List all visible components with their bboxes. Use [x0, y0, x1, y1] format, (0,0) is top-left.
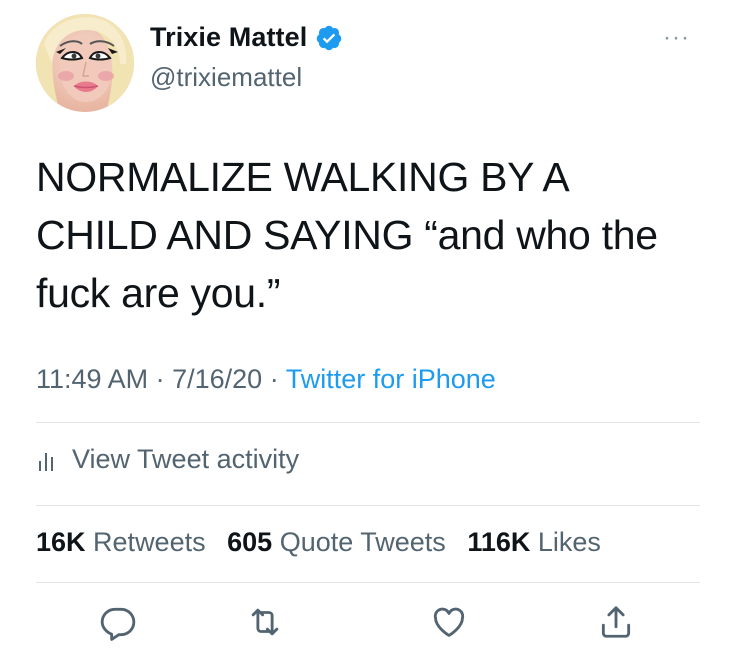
meta-separator: · — [269, 364, 279, 394]
tweet-detail: Trixie Mattel @trixiemattel ··· NORMALIZ… — [0, 0, 736, 663]
quote-tweets-label: Quote Tweets — [279, 527, 446, 557]
reply-icon[interactable] — [99, 603, 137, 641]
avatar[interactable] — [36, 14, 134, 112]
divider — [36, 505, 700, 506]
tweet-text: NORMALIZE WALKING BY A CHILD AND SAYING … — [36, 154, 658, 316]
retweets-label: Retweets — [93, 527, 206, 557]
display-name[interactable]: Trixie Mattel — [150, 22, 307, 53]
divider — [36, 582, 700, 583]
likes-label: Likes — [537, 527, 601, 557]
tweet-date[interactable]: 7/16/20 — [172, 364, 262, 394]
retweet-icon[interactable] — [246, 603, 284, 641]
bar-chart-icon — [39, 452, 53, 471]
heart-icon[interactable] — [430, 603, 468, 641]
tweet-timestamp-row: 11:49 AM · 7/16/20 · Twitter for iPhone — [36, 364, 496, 395]
retweets-count: 16K — [36, 527, 86, 557]
share-icon[interactable] — [597, 603, 635, 641]
avatar-image — [36, 14, 134, 112]
quote-tweets-stat[interactable]: 605 Quote Tweets — [227, 527, 446, 557]
likes-stat[interactable]: 116K Likes — [467, 527, 601, 557]
view-tweet-activity-button[interactable]: View Tweet activity — [36, 444, 299, 475]
divider — [36, 422, 700, 423]
user-handle[interactable]: @trixiemattel — [150, 62, 302, 93]
tweet-action-bar — [0, 603, 736, 643]
verified-badge-icon — [317, 25, 342, 50]
quote-tweets-count: 605 — [227, 527, 273, 557]
engagement-stats: 16K Retweets 605 Quote Tweets 116K Likes — [36, 527, 601, 558]
likes-count: 116K — [467, 527, 531, 557]
more-options-icon[interactable]: ··· — [663, 26, 690, 50]
view-tweet-activity-label: View Tweet activity — [72, 444, 300, 474]
author-name-row[interactable]: Trixie Mattel — [150, 22, 343, 53]
tweet-time[interactable]: 11:49 AM — [36, 364, 148, 394]
meta-separator: · — [155, 364, 165, 394]
retweets-stat[interactable]: 16K Retweets — [36, 527, 206, 557]
tweet-source-link[interactable]: Twitter for iPhone — [286, 364, 496, 394]
